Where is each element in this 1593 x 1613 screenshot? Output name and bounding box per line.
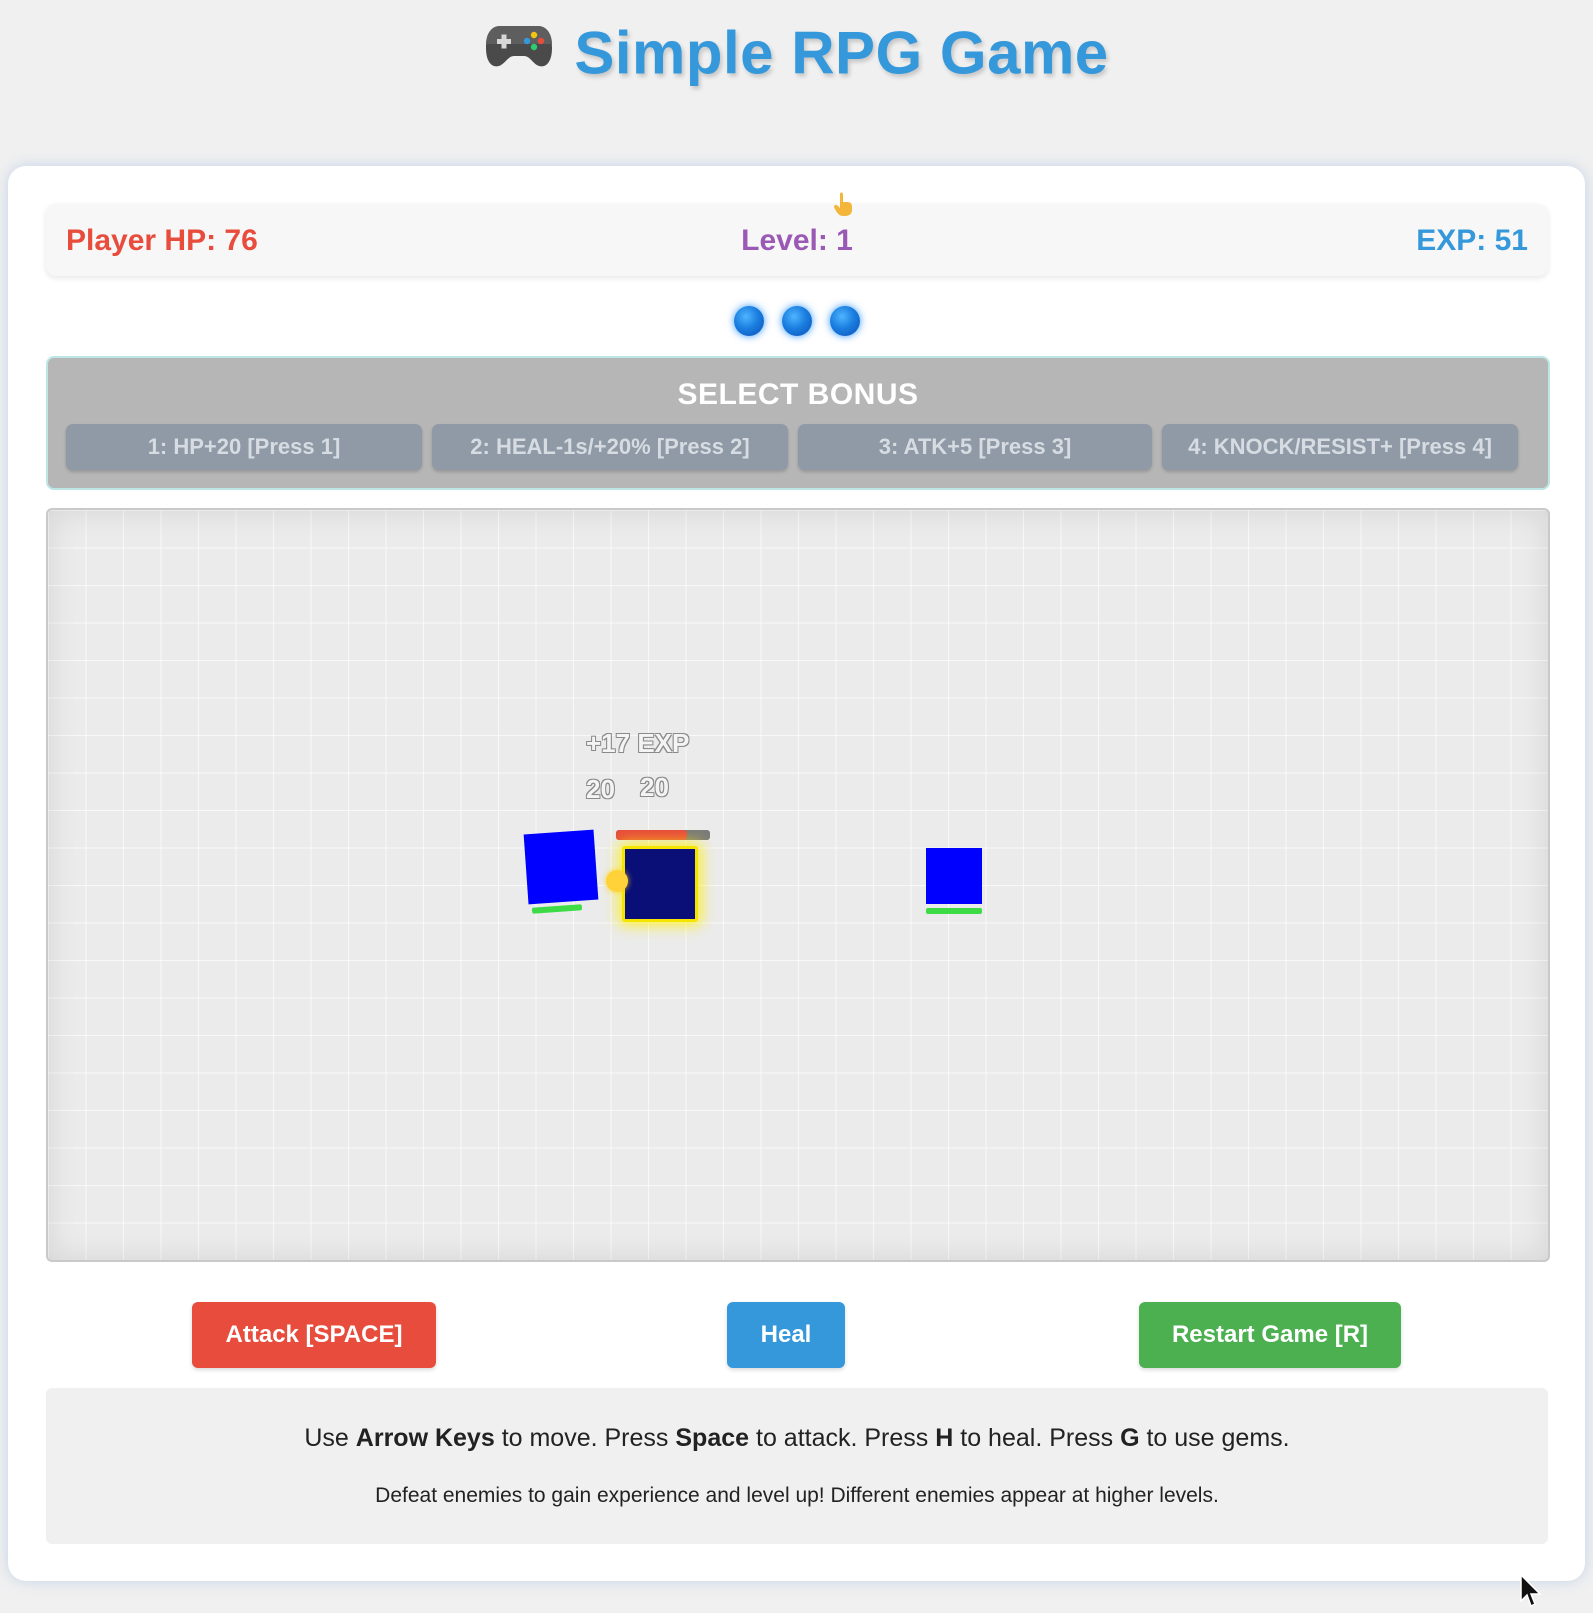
enemy-health-bar — [926, 908, 982, 914]
game-container: Player HP: 76 Level: 1 EXP: 51 SELECT BO… — [8, 166, 1585, 1608]
gem-icon — [829, 306, 860, 336]
heal-button[interactable]: Heal — [727, 1302, 845, 1368]
bonus-attack-button[interactable]: 3: ATK+5 [Press 3] — [798, 424, 1152, 470]
exp-popup: +17 EXP — [586, 728, 690, 758]
restart-button[interactable]: Restart Game [R] — [1139, 1302, 1401, 1368]
sword-icon — [606, 870, 628, 892]
title-text: Simple RPG Game — [574, 19, 1109, 87]
objective-instructions: Defeat enemies to gain experience and le… — [375, 1484, 1219, 1507]
bonus-heal-button[interactable]: 2: HEAL-1s/+20% [Press 2] — [432, 424, 788, 470]
page-title: Simple RPG Game — [0, 14, 1593, 88]
player-health-bar — [616, 830, 710, 840]
enemy-health-bar — [531, 904, 583, 914]
instructions-panel: Use Arrow Keys to move. Press Space to a… — [46, 1388, 1548, 1544]
damage-popup: 20 — [640, 772, 669, 802]
damage-popup: 20 — [586, 774, 615, 804]
pointer-hand-icon — [834, 192, 854, 222]
mouse-cursor-icon — [1520, 1573, 1542, 1613]
select-bonus-panel: SELECT BONUS 1: HP+20 [Press 1] 2: HEAL-… — [46, 356, 1550, 490]
game-canvas[interactable]: +17 EXP 20 20 — [46, 508, 1550, 1262]
stats-bar: Player HP: 76 Level: 1 EXP: 51 — [46, 192, 1548, 276]
player-character — [622, 846, 698, 922]
enemy — [926, 848, 982, 904]
player-health-fill — [616, 830, 688, 840]
gem-inventory — [8, 306, 1585, 342]
gem-icon — [781, 306, 812, 336]
bonus-knock-resist-button[interactable]: 4: KNOCK/RESIST+ [Press 4] — [1162, 424, 1518, 470]
enemy — [523, 829, 599, 905]
gem-icon — [733, 306, 764, 336]
attack-button[interactable]: Attack [SPACE] — [192, 1302, 436, 1368]
bonus-hp-button[interactable]: 1: HP+20 [Press 1] — [66, 424, 422, 470]
level-stat: Level: 1 — [741, 224, 853, 257]
exp-stat: EXP: 51 — [1416, 224, 1528, 257]
gamepad-icon — [484, 15, 554, 84]
bonus-title: SELECT BONUS — [677, 378, 919, 411]
controls-instructions: Use Arrow Keys to move. Press Space to a… — [304, 1424, 1290, 1452]
